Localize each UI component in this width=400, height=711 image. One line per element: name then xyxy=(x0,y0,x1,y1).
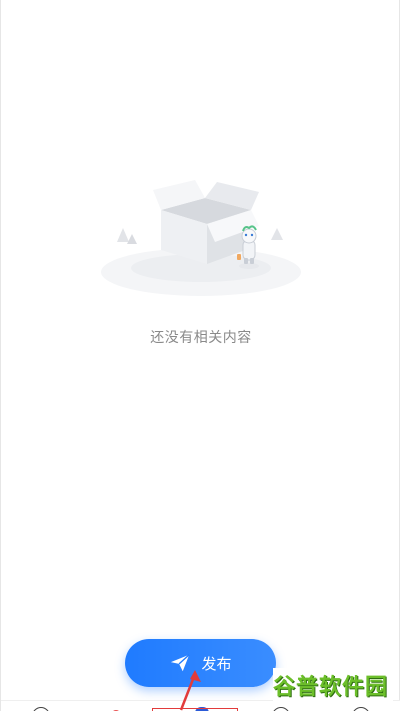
watermark-text: 谷普软件园 xyxy=(273,675,389,700)
home-tab-icon[interactable] xyxy=(32,707,50,711)
watermark-logo: 谷普软件园 xyxy=(273,668,393,702)
message-tab-icon[interactable] xyxy=(272,707,290,711)
publish-button-label: 发布 xyxy=(201,654,232,673)
empty-state-message: 还没有相关内容 xyxy=(150,330,252,346)
empty-box-icon xyxy=(101,180,301,296)
app-screen: 还没有相关内容 发布 谷普软件园 xyxy=(0,0,400,711)
send-icon xyxy=(171,654,191,672)
profile-tab-icon[interactable] xyxy=(352,707,370,711)
publish-button[interactable]: 发布 xyxy=(125,639,276,687)
